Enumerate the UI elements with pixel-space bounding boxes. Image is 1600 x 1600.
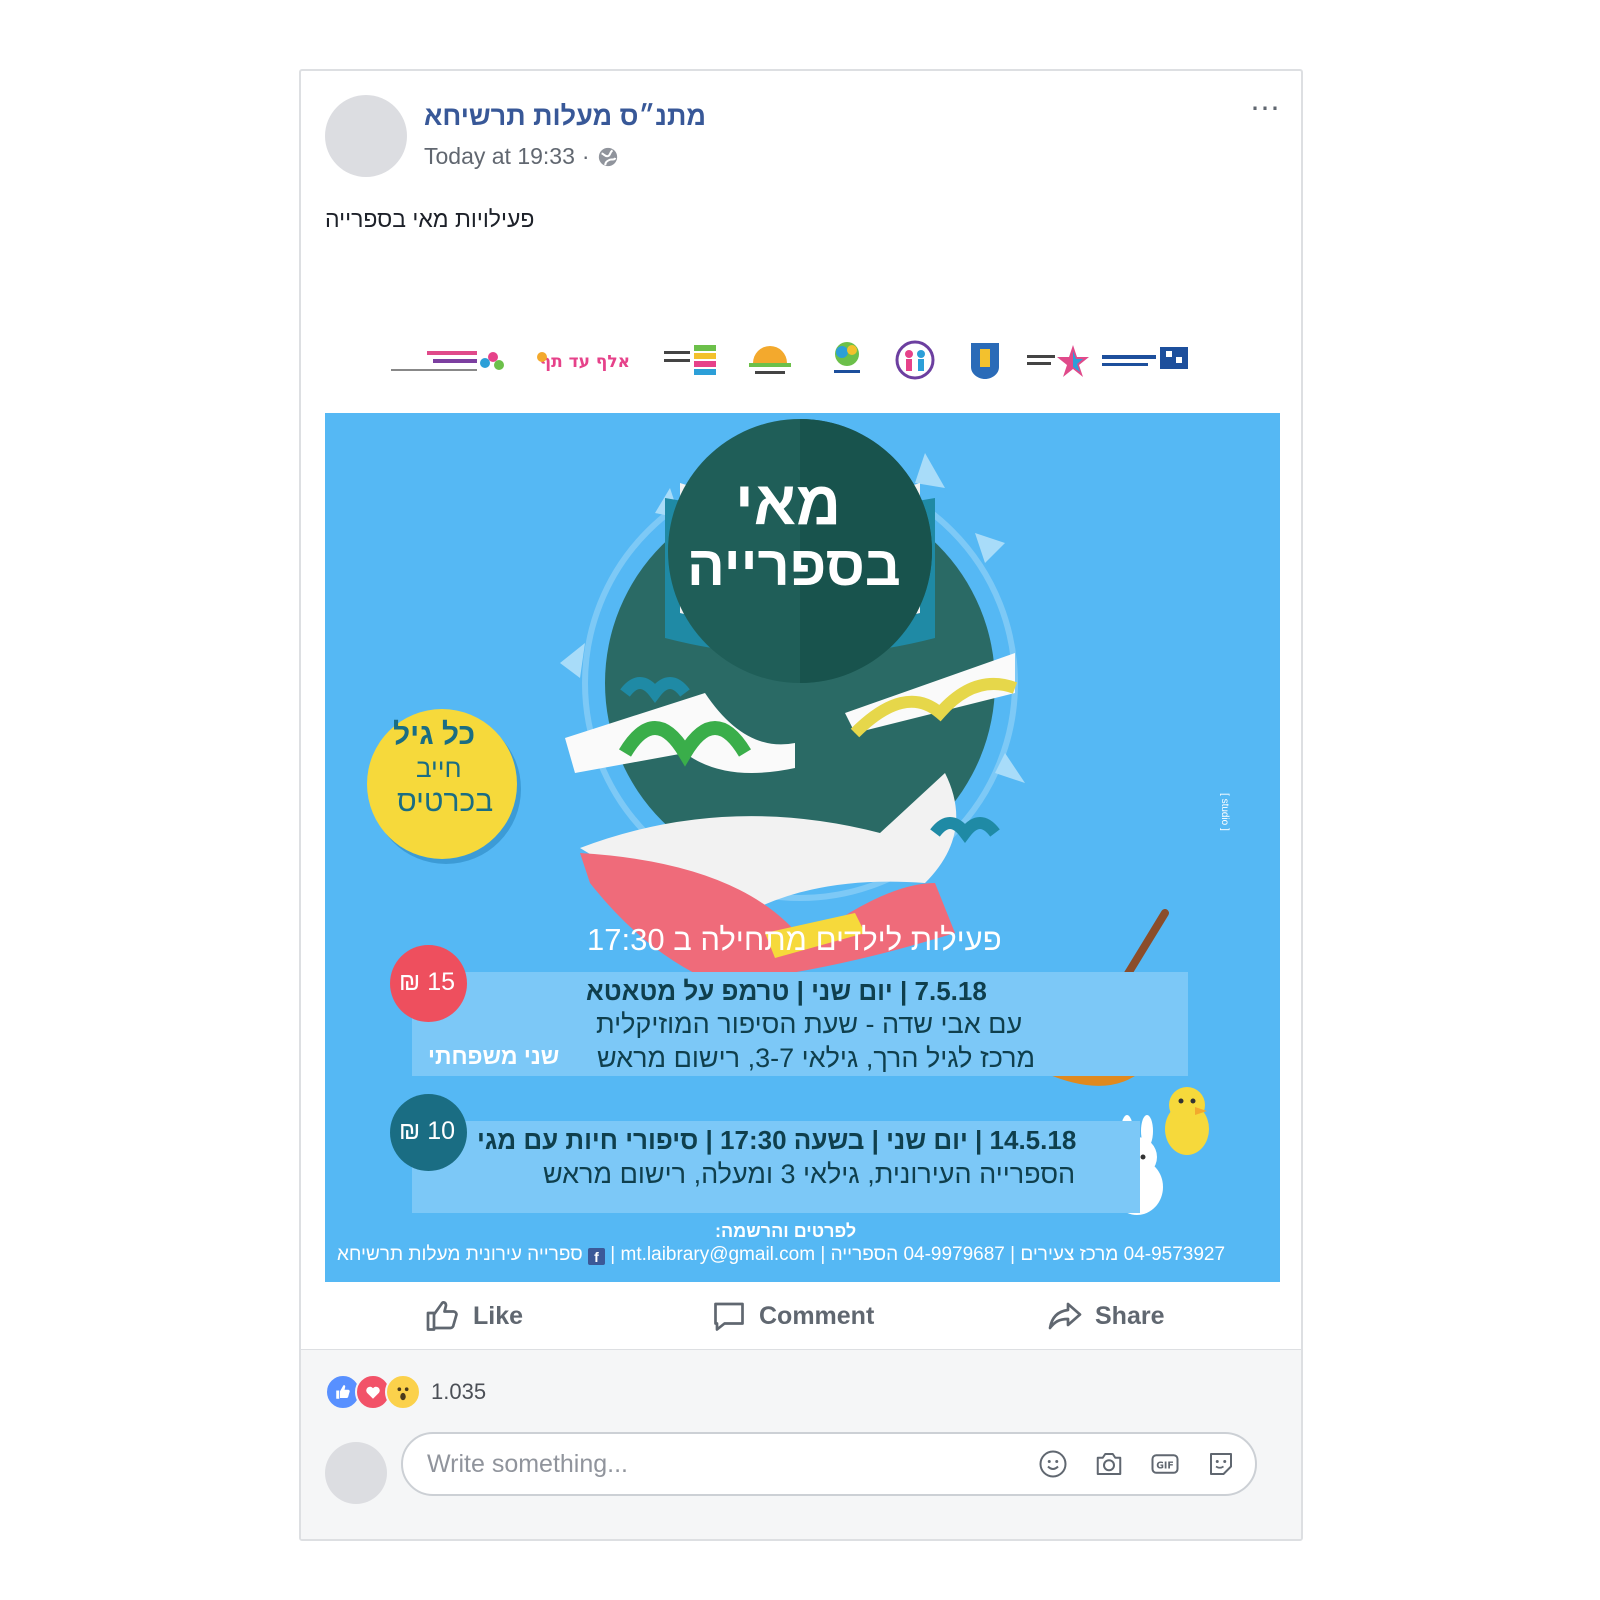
event1-line1: 7.5.18 | יום שני | טרמפ על מטאטא [586,976,987,1006]
post-image[interactable]: אלף עד תף מאי בספרייה כל גיל חייב בכרטיס… [325,317,1280,1282]
emblem-icon [971,343,999,379]
star-logo-icon [1027,345,1089,377]
post-text: פעילויות מאי בספרייה [325,206,535,232]
logo-municipality [965,339,1005,383]
event1-line3: מרכז לגיל הרך, גילאי 3-7, רישום מראש [597,1043,1036,1073]
reactions-count[interactable]: 1.035 [431,1379,486,1405]
sun-logo-icon [749,346,791,374]
circle-people-logo-icon [895,340,935,380]
logo-matnasim-company [387,339,507,383]
reactions-summary[interactable]: 1.035 [325,1374,486,1410]
comment-placeholder: Write something... [427,1450,629,1478]
svg-text:GIF: GIF [1156,1460,1174,1471]
share-icon [1048,1302,1082,1330]
event2-line1: 14.5.18 | יום שני | בשעה 17:30 | סיפורי … [477,1125,1077,1155]
globe-icon [598,147,617,166]
share-label: Share [1095,1301,1165,1330]
like-label: Like [473,1301,524,1330]
growth-logo-icon [834,342,860,373]
comment-tools: GIF [1037,1434,1255,1494]
poster-title-line2: בספרייה [687,534,901,597]
post-footer: 1.035 Write something... GIF [301,1349,1301,1539]
details-heading: לפרטים והרשמה: [715,1221,857,1241]
contact-email: mt.laibrary@gmail.com [620,1244,816,1265]
comment-label: Comment [759,1301,875,1330]
logo-aleph-ad-taf: אלף עד תף [530,339,635,383]
badge-line1: כל גיל [393,718,476,751]
svg-text:אלף עד תף: אלף עד תף [540,352,630,372]
designer-credit: [ studio ] [1219,793,1230,831]
event2-price: 10 ₪ [399,1117,455,1145]
gif-icon[interactable]: GIF [1149,1448,1181,1480]
post-card: מתנ״ס מעלות תרשיחא Today at 19:33 · ⋯ פע… [299,69,1303,1541]
aleph-logo-icon: אלף עד תף [537,352,630,372]
matnasim-logo-icon [391,351,504,371]
event2-line2: הספרייה העירונית, גילאי 3 ומעלה, רישום מ… [543,1159,1076,1189]
facebook-icon: f [588,1248,606,1265]
comment-icon [714,1302,744,1331]
sticker-icon[interactable] [1205,1448,1237,1480]
logo-youth-center [745,339,795,383]
emoji-icon[interactable] [1037,1448,1069,1480]
stripes-logo-icon [664,345,716,375]
wow-icon [385,1374,421,1410]
library-logo-icon [1102,347,1188,369]
contact-line: ספרייה עירונית מעלות תרשיחא f | mt.laibr… [337,1244,1226,1265]
logo-ministry-periphery [660,339,720,383]
contact-phones: 04-9573927 מרכז צעירים | 04-9979687 הספר… [830,1244,1226,1265]
badge-line3: בכרטיס [397,785,494,818]
page-avatar[interactable] [325,95,407,177]
post-timestamp[interactable]: Today at 19:33 [424,143,575,170]
like-button[interactable]: Like [425,1282,523,1350]
camera-icon[interactable] [1093,1448,1125,1480]
event1-line2: עם אבי שדה - שעת הסיפור המוזיקלית [596,1009,1023,1039]
post-actions: Like Comment Share [301,1282,1301,1350]
logo-growth [827,339,867,383]
share-button[interactable]: Share [1047,1282,1164,1350]
commenter-avatar [325,1442,387,1504]
event1-price: 15 ₪ [399,968,455,996]
logo-association [893,339,938,383]
event1-tag: שני משפחתי [428,1043,560,1069]
post-meta: Today at 19:33 · [424,143,619,170]
event-poster: מאי בספרייה כל גיל חייב בכרטיס פעילות לי… [325,413,1280,1282]
page-name-link[interactable]: מתנ״ס מעלות תרשיחא [424,101,706,132]
badge-line2: חייב [416,753,462,783]
poster-title-line1: מאי [735,469,842,538]
comment-input[interactable]: Write something... GIF [401,1432,1257,1496]
logo-culture-ministry [1025,339,1090,383]
poster-subtitle: פעילות לילדים מתחילה ב 17:30 [587,922,1002,957]
more-options-icon[interactable]: ⋯ [1250,94,1281,124]
contact-library-name: ספרייה עירונית מעלות תרשיחא [337,1244,583,1265]
meta-separator: · [581,143,590,169]
thumbs-up-icon [426,1301,458,1331]
logo-library [1098,339,1193,383]
comment-button[interactable]: Comment [711,1282,874,1350]
sponsor-logos-strip: אלף עד תף [325,317,1280,407]
